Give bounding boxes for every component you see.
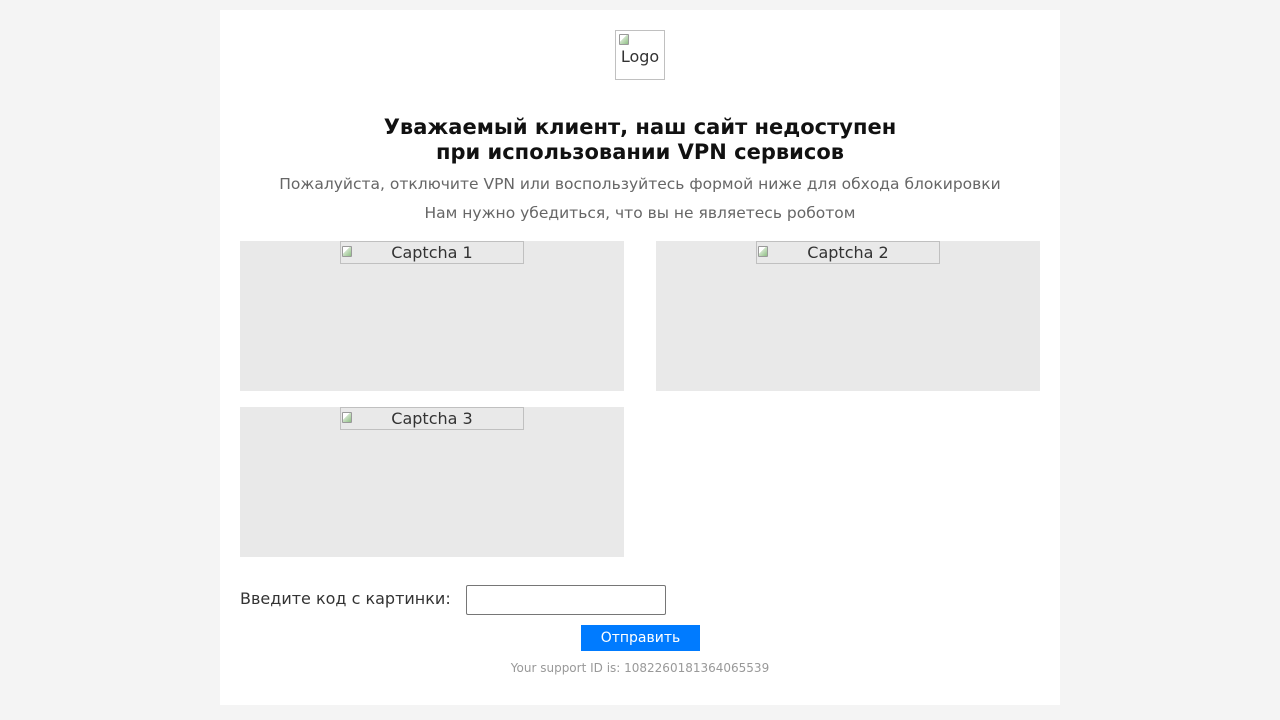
logo-alt-text: Logo [620,47,660,66]
captcha-alt-text: Captcha 2 [807,243,889,262]
captcha-option-2[interactable]: Captcha 2 [656,241,1040,391]
submit-button[interactable]: Отправить [581,625,700,651]
captcha-code-input[interactable] [466,585,666,615]
broken-image-icon [342,412,352,423]
captcha-card: Logo Уважаемый клиент, наш сайт недоступ… [220,10,1060,705]
broken-image-icon [758,246,768,257]
page-title: Уважаемый клиент, наш сайт недоступен пр… [220,115,1060,165]
robot-check-message: Нам нужно убедиться, что вы не являетесь… [424,204,856,222]
page-title-line-1: Уважаемый клиент, наш сайт недоступен [383,115,897,139]
captcha-image-2: Captcha 2 [756,241,940,264]
disable-vpn-message: Пожалуйста, отключите VPN или воспользуй… [279,175,1001,193]
captcha-alt-text: Captcha 3 [391,409,473,428]
captcha-option-3[interactable]: Captcha 3 [240,407,624,557]
logo-image: Logo [615,30,665,80]
broken-image-icon [619,34,629,45]
captcha-image-1: Captcha 1 [340,241,524,264]
support-id-text: Your support ID is: 10822601813640655​39 [510,661,770,675]
captcha-image-3: Captcha 3 [340,407,524,430]
captcha-code-label: Введите код с картинки: [240,589,451,608]
page-title-line-2: при использовании VPN сервисов [435,140,845,164]
captcha-alt-text: Captcha 1 [391,243,473,262]
broken-image-icon [342,246,352,257]
captcha-option-1[interactable]: Captcha 1 [240,241,624,391]
